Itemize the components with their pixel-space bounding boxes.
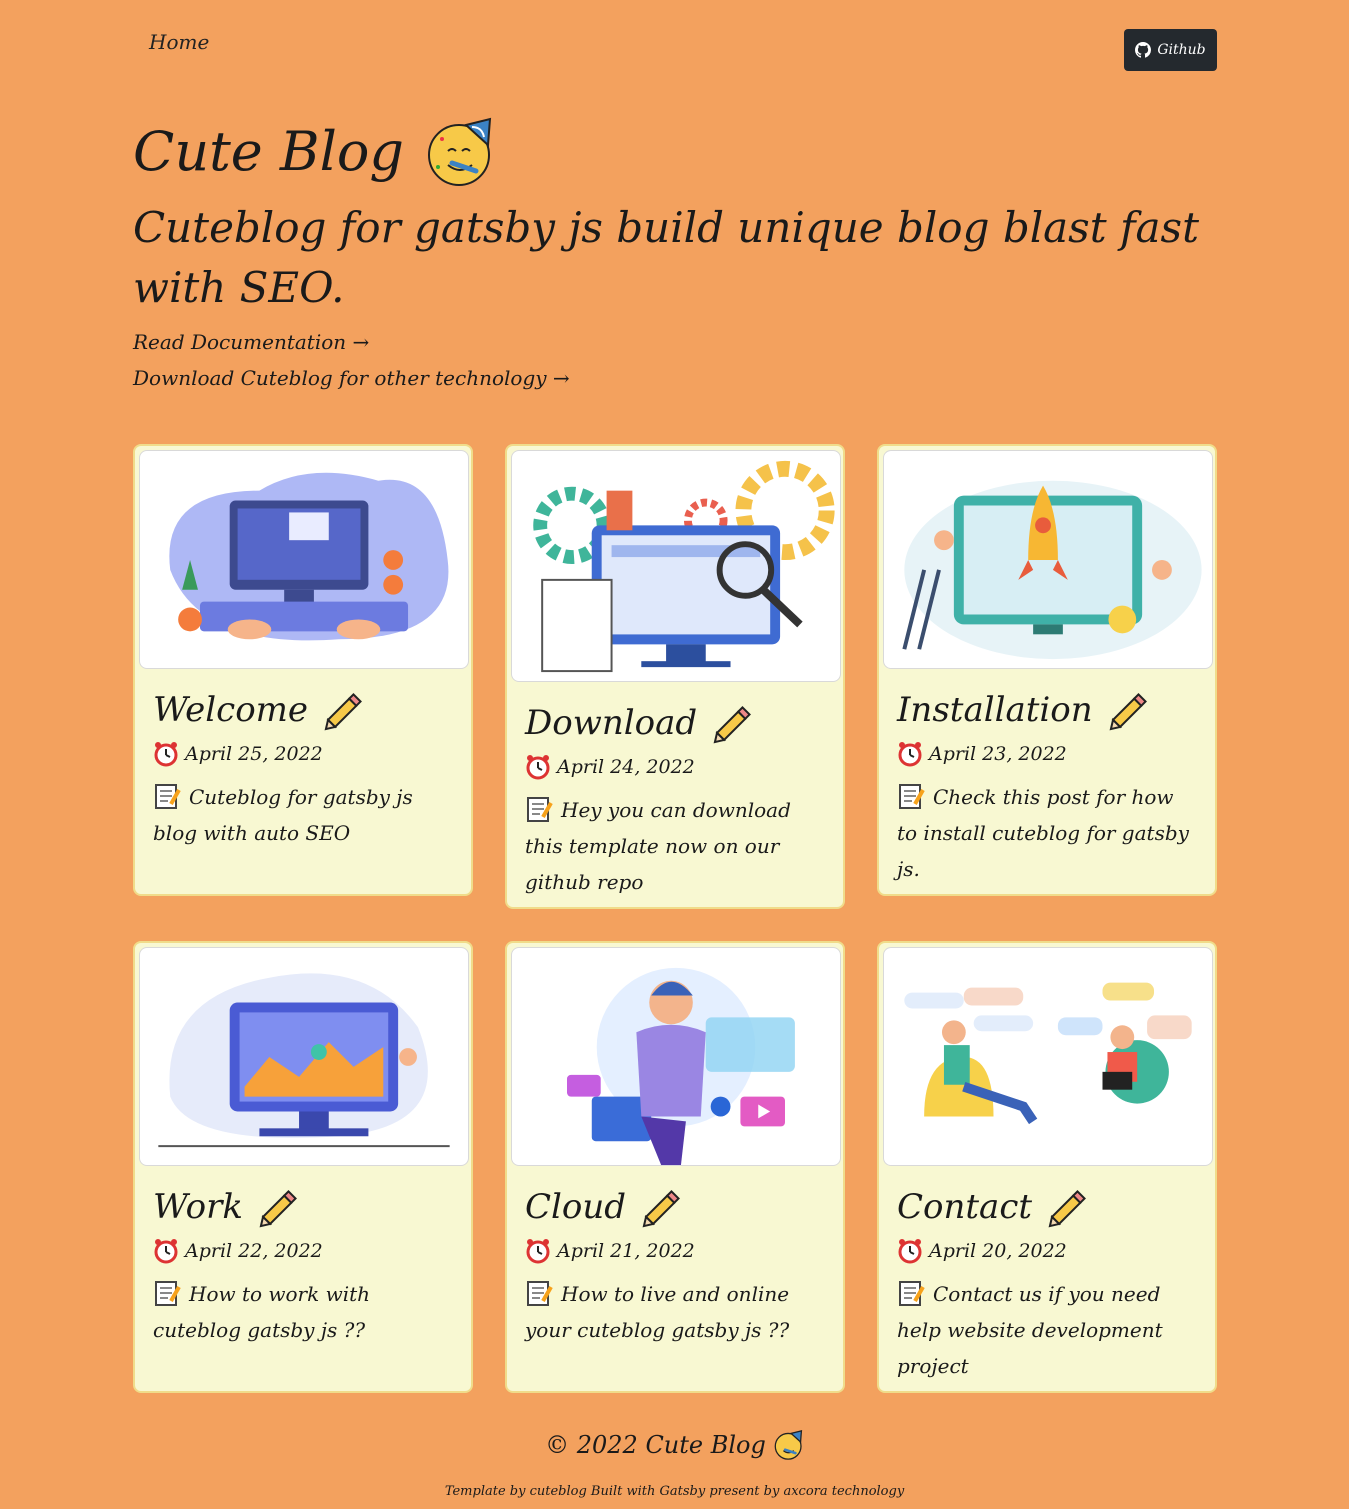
download-other-tech-link[interactable]: Download Cuteblog for other technology →	[133, 360, 1217, 396]
post-date-row: April 21, 2022	[525, 1238, 843, 1264]
post-title-row: Cloud	[525, 1182, 843, 1232]
memo-icon	[527, 1281, 553, 1306]
footer-credit: Template by cuteblog Built with Gatsby p…	[444, 1484, 905, 1499]
post-description: Contact us if you need help website deve…	[897, 1282, 1163, 1378]
post-title[interactable]: Work	[153, 1182, 243, 1232]
post-date: April 20, 2022	[929, 1240, 1067, 1262]
post-date: April 24, 2022	[557, 756, 695, 778]
github-button[interactable]: Github	[1124, 29, 1217, 71]
footer-copyright: © 2022 Cute Blog	[0, 1430, 1349, 1460]
post-title[interactable]: Download	[525, 698, 697, 748]
post-image-welcome[interactable]	[139, 450, 469, 669]
alarm-clock-icon	[526, 1239, 550, 1264]
post-card-cloud[interactable]: Cloud April 21, 2022 How to live and onl…	[505, 941, 845, 1393]
post-image-contact[interactable]	[883, 947, 1213, 1166]
post-date: April 21, 2022	[557, 1240, 695, 1262]
typing-desk-illustration-icon	[169, 472, 449, 641]
post-description: Cuteblog for gatsby js blog with auto SE…	[153, 785, 413, 845]
pencil-icon	[259, 1190, 297, 1228]
site-title-row: Cute Blog	[133, 112, 1217, 192]
site-title: Cute Blog	[133, 120, 404, 183]
hero-links: Read Documentation → Download Cuteblog f…	[133, 324, 1217, 396]
footer-copyright-text: © 2022 Cute Blog	[545, 1431, 766, 1459]
post-description: Hey you can download this template now o…	[525, 798, 791, 894]
post-title-row: Work	[153, 1182, 471, 1232]
post-date: April 23, 2022	[929, 743, 1067, 765]
testing-monitor-illustration-icon	[533, 460, 835, 673]
memo-icon	[899, 1281, 925, 1306]
post-title[interactable]: Contact	[897, 1182, 1032, 1232]
post-image-work[interactable]	[139, 947, 469, 1166]
pencil-icon	[1048, 1190, 1087, 1228]
post-date-row: April 24, 2022	[525, 754, 843, 780]
site-tagline: Cuteblog for gatsby js build unique blog…	[133, 203, 1199, 312]
hero-section: Cute Blog Cuteblog for gatsby js build u…	[133, 112, 1217, 396]
post-description-row: Cuteblog for gatsby js blog with auto SE…	[153, 779, 455, 851]
memo-icon	[155, 784, 181, 809]
chat-people-illustration-icon	[904, 982, 1192, 1125]
post-date: April 22, 2022	[185, 1240, 323, 1262]
post-card-installation[interactable]: Installation April 23, 2022 Check this p…	[877, 444, 1217, 896]
post-description-row: How to work with cuteblog gatsby js ??	[153, 1276, 455, 1348]
pencil-icon	[1109, 693, 1147, 731]
post-title-row: Installation	[897, 685, 1215, 735]
post-image-installation[interactable]	[883, 450, 1213, 669]
pencil-icon	[642, 1190, 681, 1228]
read-documentation-link[interactable]: Read Documentation →	[133, 324, 1217, 360]
pencil-icon	[713, 706, 752, 744]
post-date: April 25, 2022	[185, 743, 323, 765]
post-card-work[interactable]: Work April 22, 2022 How to work with cut…	[133, 941, 473, 1393]
post-card-download[interactable]: Download April 24, 2022 Hey you can down…	[505, 444, 845, 909]
memo-icon	[155, 1281, 181, 1306]
rocket-launch-illustration-icon	[902, 480, 1202, 660]
post-description-row: How to live and online your cuteblog gat…	[525, 1276, 827, 1348]
github-icon	[1135, 42, 1152, 58]
post-card-contact[interactable]: Contact April 20, 2022 Contact us if you…	[877, 941, 1217, 1393]
memo-icon	[527, 797, 553, 822]
alarm-clock-icon	[154, 742, 178, 767]
analytics-monitor-illustration-icon	[158, 973, 450, 1148]
nav-home-link[interactable]: Home	[149, 30, 209, 54]
post-title-row: Welcome	[153, 685, 471, 735]
pencil-icon	[324, 693, 363, 731]
post-description-row: Contact us if you need help website deve…	[897, 1276, 1199, 1384]
post-title[interactable]: Welcome	[153, 685, 308, 735]
alarm-clock-icon	[526, 755, 550, 780]
github-label: Github	[1157, 42, 1206, 58]
memo-icon	[899, 784, 925, 809]
post-description-row: Hey you can download this template now o…	[525, 792, 827, 900]
post-title-row: Download	[525, 698, 843, 748]
post-title[interactable]: Cloud	[525, 1182, 626, 1232]
party-face-icon	[427, 117, 492, 186]
post-description: How to work with cuteblog gatsby js ??	[153, 1282, 371, 1342]
designer-illustration-icon	[567, 967, 795, 1165]
post-date-row: April 23, 2022	[897, 741, 1215, 767]
post-date-row: April 20, 2022	[897, 1238, 1215, 1264]
post-title-row: Contact	[897, 1182, 1215, 1232]
party-face-icon	[774, 1430, 803, 1460]
post-description: How to live and online your cuteblog gat…	[525, 1282, 790, 1342]
post-description: Check this post for how to install cuteb…	[897, 785, 1189, 881]
post-card-welcome[interactable]: Welcome April 25, 2022 Cuteblog for gats…	[133, 444, 473, 896]
alarm-clock-icon	[898, 742, 922, 767]
post-title[interactable]: Installation	[897, 685, 1093, 735]
post-image-download[interactable]	[511, 450, 841, 682]
alarm-clock-icon	[898, 1239, 922, 1264]
post-description-row: Check this post for how to install cuteb…	[897, 779, 1199, 887]
alarm-clock-icon	[154, 1239, 178, 1264]
post-image-cloud[interactable]	[511, 947, 841, 1166]
post-date-row: April 25, 2022	[153, 741, 471, 767]
post-date-row: April 22, 2022	[153, 1238, 471, 1264]
